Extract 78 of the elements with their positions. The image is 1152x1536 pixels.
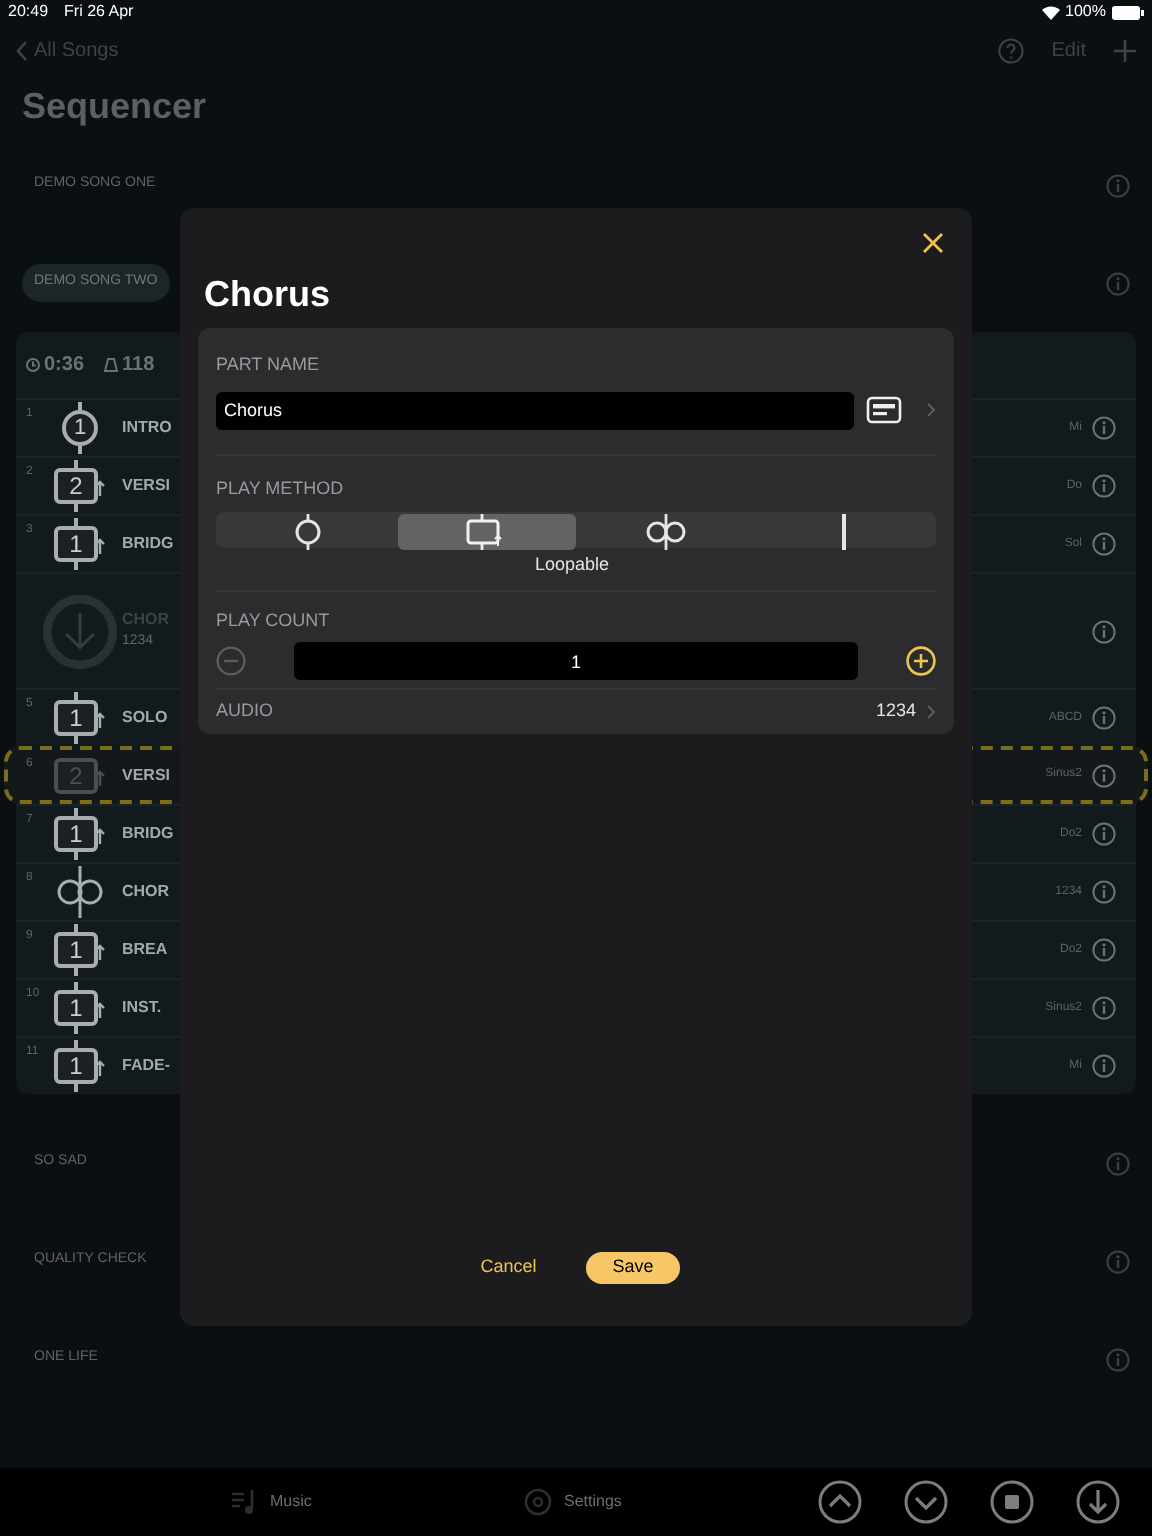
chevron-right-icon	[926, 704, 936, 720]
part-name: VERSI	[122, 474, 171, 498]
infinity-icon	[54, 866, 106, 918]
loop-count-badge: 1	[54, 526, 98, 562]
tab-item[interactable]: Music	[230, 1488, 524, 1516]
arrow-up-icon	[94, 538, 106, 554]
arrow-up-icon	[94, 828, 106, 844]
info-icon[interactable]	[1092, 1054, 1116, 1078]
part-name: SOLO	[122, 706, 168, 730]
dialog-title: Chorus	[202, 272, 332, 316]
wifi-icon	[1041, 5, 1060, 19]
arrow-up-icon	[94, 712, 106, 728]
part-name: FADE-	[122, 1054, 170, 1078]
section-label: PART NAME	[216, 352, 322, 378]
minus-icon[interactable]	[216, 646, 246, 676]
section-label: PLAY COUNT	[216, 607, 332, 633]
save-button[interactable]: Save	[586, 1252, 680, 1284]
page-title: Sequencer	[20, 84, 209, 130]
part-name: CHOR	[122, 880, 170, 904]
caption-icon[interactable]	[866, 396, 902, 424]
part-name: BREA	[122, 938, 168, 962]
arrow-up-icon	[94, 1002, 106, 1018]
chevron-up-icon[interactable]	[818, 1480, 862, 1524]
tab-item[interactable]: Settings	[524, 1488, 818, 1516]
play-count-field[interactable]: 1	[294, 642, 858, 680]
chevron-right-icon	[926, 402, 936, 418]
vertical-bar-icon	[840, 514, 849, 550]
info-icon[interactable]	[1092, 706, 1116, 730]
segment[interactable]	[397, 514, 576, 550]
audio-value: 1234	[875, 698, 916, 725]
info-icon[interactable]	[1092, 996, 1116, 1020]
arrow-up-icon	[94, 769, 106, 785]
play-method-caption: Loopable	[532, 552, 612, 578]
song-tempo: 118	[122, 352, 155, 380]
metronome-icon	[104, 358, 119, 372]
part-name: VERSI	[122, 763, 171, 787]
section-label: PLAY METHOD	[216, 475, 346, 501]
info-icon[interactable]	[1092, 938, 1116, 962]
chevron-left-icon	[16, 39, 28, 61]
stop-icon[interactable]	[990, 1480, 1034, 1524]
song-duration: 0:36	[44, 352, 85, 380]
music-note-icon	[230, 1488, 258, 1516]
status-date: Fri 26 Apr	[64, 0, 134, 24]
arrow-up-icon	[94, 480, 106, 496]
part-name: BRIDG	[122, 532, 174, 556]
info-icon[interactable]	[1092, 416, 1116, 440]
infinity-icon	[643, 514, 688, 550]
arrow-up-icon	[94, 944, 106, 960]
info-icon[interactable]	[1092, 474, 1116, 498]
chevron-down-icon[interactable]	[904, 1480, 948, 1524]
info-icon[interactable]	[1092, 822, 1116, 846]
part-name: BRIDG	[122, 822, 174, 846]
cancel-button[interactable]: Cancel	[472, 1252, 545, 1284]
battery-percent: 100%	[1065, 0, 1106, 24]
count-badge: 1	[62, 410, 98, 446]
status-time: 20:49	[8, 0, 49, 24]
info-icon[interactable]	[1092, 532, 1116, 556]
section-label: AUDIO	[216, 698, 274, 725]
arrow-down-icon[interactable]	[1076, 1480, 1120, 1524]
arrow-up-icon	[94, 1060, 106, 1076]
info-icon[interactable]	[1092, 880, 1116, 904]
loop-count-badge: 1	[54, 700, 98, 736]
close-button[interactable]	[918, 228, 946, 256]
help-icon[interactable]	[997, 37, 1024, 63]
part-name-field[interactable]: Chorus	[216, 391, 854, 429]
battery-icon	[1112, 5, 1144, 19]
part-name: INST.	[122, 996, 162, 1020]
gear-icon	[524, 1488, 552, 1516]
loop-count-badge: 1	[54, 816, 98, 852]
close-icon	[921, 231, 943, 253]
clock-icon	[26, 358, 40, 372]
loop-count-badge: 1	[54, 990, 98, 1026]
part-name: INTRO	[122, 416, 172, 440]
loop-count-badge: 1	[54, 932, 98, 968]
info-icon[interactable]	[1092, 619, 1116, 643]
loop-count-badge: 1	[54, 1048, 98, 1084]
info-icon[interactable]	[1092, 763, 1116, 787]
loop-count-badge: 2	[54, 468, 98, 504]
